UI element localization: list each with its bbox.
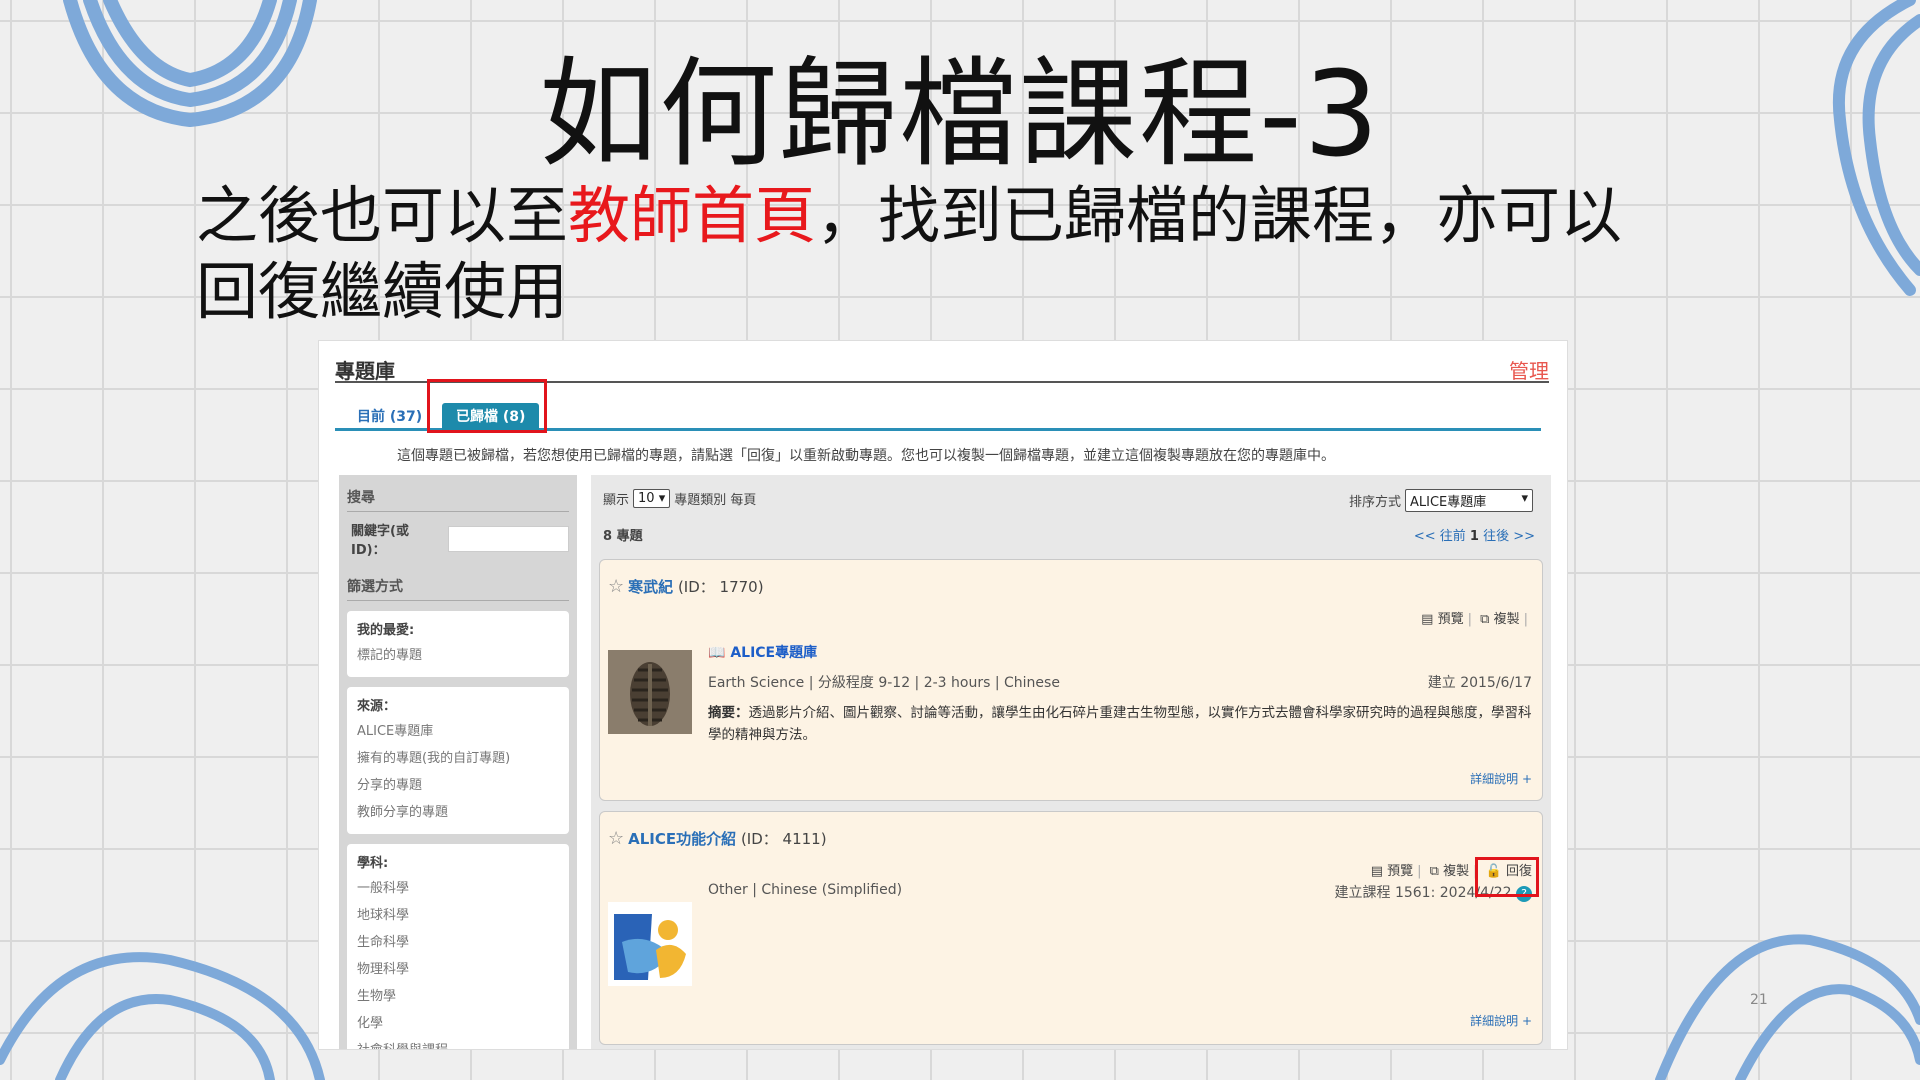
alice-logo-thumbnail — [608, 902, 692, 986]
favorites-box: 我的最愛: 標記的專題 — [347, 611, 569, 677]
copy-button[interactable]: 複製 — [1443, 864, 1469, 879]
card-body: 📖 ALICE專題庫 Earth Science | 分級程度 9-12 | 2… — [708, 642, 1532, 746]
page-size-value: 10 — [638, 491, 655, 506]
slide-title: 如何歸檔課程-3 — [539, 45, 1381, 183]
keyword-row: 關鍵字(或ID)： — [351, 520, 569, 558]
page-size-control: 顯示 10 ▾ 專題類別 每頁 — [603, 489, 756, 508]
star-icon[interactable]: ☆ — [608, 576, 624, 597]
subject-item[interactable]: 地球科學 — [357, 902, 559, 929]
source-box: 來源： ALICE專題庫 擁有的專題(我的自訂專題) 分享的專題 教師分享的專題 — [347, 687, 569, 834]
summary-label: 摘要： — [708, 705, 749, 721]
manage-link[interactable]: 管理 — [1509, 355, 1549, 384]
text-after-highlight: ，找到已歸檔的課程，亦可以 — [816, 179, 1623, 252]
filter-heading: 篩選方式 — [347, 576, 569, 601]
show-label: 顯示 — [603, 493, 630, 508]
scribble-bottom-right-decoration — [1655, 934, 1920, 1080]
detail-link[interactable]: 詳細說明 + — [1470, 770, 1532, 787]
meta-line: Other | Chinese (Simplified) 建立課程 1561: … — [708, 882, 1532, 902]
card-body: Other | Chinese (Simplified) 建立課程 1561: … — [708, 882, 1532, 902]
slide-text-line-2: 回復繼續使用 — [196, 255, 569, 328]
text-before-highlight: 之後也可以至 — [196, 179, 569, 252]
subject-item[interactable]: 社會科學與課程 — [357, 1037, 559, 1049]
book-icon: 📖 — [708, 645, 726, 661]
source-item[interactable]: 擁有的專題(我的自訂專題) — [357, 745, 559, 772]
project-library-title: 專題庫 — [335, 359, 395, 383]
archive-notice: 這個專題已被歸檔，若您想使用已歸檔的專題，請點選「回復」以重新啟動專題。您也可以… — [397, 448, 1335, 464]
slide-body-text: 之後也可以至教師首頁，找到已歸檔的課程，亦可以 回復繼續使用 — [196, 178, 1716, 330]
page-number: 21 — [1750, 992, 1768, 1008]
detail-link[interactable]: 詳細說明 + — [1470, 1012, 1532, 1029]
project-name-link[interactable]: ALICE功能介紹 — [628, 830, 736, 848]
tab-current[interactable]: 目前 (37) — [343, 403, 436, 431]
embedded-screenshot: 專題庫 管理 目前 (37) 已歸檔 (8) 這個專題已被歸檔，若您想使用已歸檔… — [318, 340, 1568, 1050]
keyword-label: 關鍵字(或ID)： — [351, 524, 409, 558]
subject-item[interactable]: 生命科學 — [357, 929, 559, 956]
pager-current-page: 1 — [1469, 529, 1479, 544]
project-card: ☆ 寒武紀 (ID： 1770) ▤ 預覽 | ⧉ 複製 | 📖 ALICE專題庫 E… — [599, 559, 1543, 801]
meta-info: Earth Science | 分級程度 9-12 | 2-3 hours | … — [708, 675, 1060, 691]
filter-sidebar: 搜尋 關鍵字(或ID)： 篩選方式 我的最愛: 標記的專題 來源： ALICE專… — [339, 475, 577, 1049]
source-label: 來源： — [357, 699, 397, 714]
highlight-box-archived-tab — [427, 379, 547, 433]
pager-next-link[interactable]: 往後 >> — [1483, 529, 1535, 544]
project-card: ☆ ALICE功能介紹 (ID： 4111) ▤ 預覽 | ⧉ 複製 | 🔓 回復 — [599, 811, 1543, 1045]
sort-value: ALICE專題庫 — [1410, 495, 1487, 510]
subject-item[interactable]: 化學 — [357, 1010, 559, 1037]
project-id: (ID： 4111) — [740, 830, 827, 848]
meta-info: Other | Chinese (Simplified) — [708, 882, 903, 898]
card-header: ☆ 寒武紀 (ID： 1770) — [608, 576, 764, 597]
highlight-teacher-home: 教師首頁 — [568, 179, 817, 252]
preview-icon: ▤ — [1421, 612, 1434, 627]
summary: 摘要：透過影片介紹、圖片觀察、討論等活動，讓學生由化石碎片重建古生物型態，以實作… — [708, 702, 1532, 746]
sort-control: 排序方式 ALICE專題庫 ▾ — [1349, 489, 1537, 512]
meta-line: Earth Science | 分級程度 9-12 | 2-3 hours | … — [708, 672, 1532, 692]
copy-button[interactable]: 複製 — [1494, 612, 1520, 627]
source-item[interactable]: 分享的專題 — [357, 772, 559, 799]
source-line: 📖 ALICE專題庫 — [708, 642, 1532, 662]
created-date: 建立 2015/6/17 — [1427, 675, 1532, 691]
subject-item[interactable]: 生物學 — [357, 983, 559, 1010]
project-list-panel: 顯示 10 ▾ 專題類別 每頁 排序方式 ALICE專題庫 ▾ 8 專題 << … — [591, 475, 1551, 1049]
project-count: 8 專題 — [603, 529, 643, 544]
copy-icon: ⧉ — [1480, 612, 1490, 627]
highlight-box-restore — [1475, 857, 1539, 897]
preview-button[interactable]: 預覽 — [1387, 864, 1413, 879]
project-name-link[interactable]: 寒武紀 — [628, 578, 673, 596]
slide-text-line-1: 之後也可以至教師首頁，找到已歸檔的課程，亦可以 — [196, 178, 1716, 254]
preview-button[interactable]: 預覽 — [1438, 612, 1464, 627]
scribble-bottom-left-decoration — [0, 952, 325, 1080]
favorites-label: 我的最愛: — [357, 623, 415, 638]
summary-text: 透過影片介紹、圖片觀察、討論等活動，讓學生由化石碎片重建古生物型態，以實作方式去… — [708, 705, 1532, 743]
keyword-input[interactable] — [447, 526, 569, 552]
per-page-label: 專題類別 每頁 — [674, 493, 757, 508]
source-item[interactable]: 教師分享的專題 — [357, 799, 559, 826]
card-actions: ▤ 預覽 | ⧉ 複製 | — [1421, 612, 1528, 627]
chevron-down-icon: ▾ — [1521, 491, 1528, 506]
project-id: (ID： 1770) — [677, 578, 764, 596]
pagination: << 往前 1 往後 >> — [1414, 525, 1535, 544]
sort-label: 排序方式 — [1348, 495, 1401, 510]
source-name: ALICE專題庫 — [730, 645, 818, 661]
search-heading: 搜尋 — [347, 487, 569, 512]
star-icon[interactable]: ☆ — [608, 828, 624, 849]
subject-box: 學科: 一般科學 地球科學 生命科學 物理科學 生物學 化學 社會科學與課程 — [347, 844, 569, 1049]
subject-item[interactable]: 物理科學 — [357, 956, 559, 983]
pager-prev-link[interactable]: << 往前 — [1414, 529, 1466, 544]
sort-select[interactable]: ALICE專題庫 ▾ — [1405, 489, 1533, 512]
copy-icon: ⧉ — [1429, 864, 1439, 879]
page-size-select[interactable]: 10 ▾ — [633, 489, 671, 508]
subject-label: 學科: — [357, 856, 389, 871]
favorites-item[interactable]: 標記的專題 — [357, 642, 559, 669]
card-header: ☆ ALICE功能介紹 (ID： 4111) — [608, 828, 827, 849]
preview-icon: ▤ — [1370, 864, 1383, 879]
subject-item[interactable]: 一般科學 — [357, 875, 559, 902]
source-item[interactable]: ALICE專題庫 — [357, 718, 559, 745]
trilobite-fossil-thumbnail — [608, 650, 692, 734]
